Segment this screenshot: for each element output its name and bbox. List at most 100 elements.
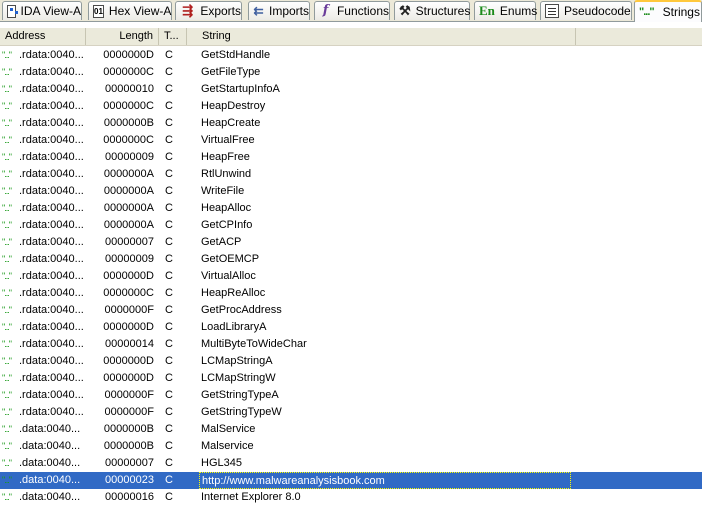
table-row[interactable]: "..." .rdata:0040... 00000007 C GetACP — [0, 234, 702, 251]
table-row[interactable]: "..." .data:0040... 00000007 C HGL345 — [0, 455, 702, 472]
type-cell: C — [165, 49, 173, 61]
length-cell: 0000000D — [103, 321, 154, 333]
table-row[interactable]: "..." .rdata:0040... 0000000C C GetFileType — [0, 64, 702, 81]
tab-bar: IDA View-A 01 Hex View-A ⇶ Exports ⇇ Imp… — [0, 0, 702, 22]
table-row[interactable]: "..." .rdata:0040... 0000000D C LCMapStringA — [0, 353, 702, 370]
string-marker-icon: "..." — [2, 50, 12, 60]
tab-label: Imports — [268, 4, 309, 18]
string-cell: http://www.malwareanalysisbook.com — [199, 472, 571, 489]
address-cell: .rdata:0040... — [19, 185, 84, 197]
table-row[interactable]: "..." .data:0040... 0000000B C MalService — [0, 421, 702, 438]
address-cell: .rdata:0040... — [19, 151, 84, 163]
column-header-length[interactable]: Length — [86, 28, 159, 45]
table-row[interactable]: "..." .rdata:0040... 0000000A C RtlUnwind — [0, 166, 702, 183]
string-marker-icon: "..." — [2, 67, 12, 77]
table-row[interactable]: "..." .rdata:0040... 00000014 C MultiByteToW… — [0, 336, 702, 353]
tab-label: Exports — [200, 4, 241, 18]
hex-view-icon: 01 — [93, 4, 104, 18]
string-marker-icon: "..." — [2, 475, 12, 485]
table-row[interactable]: "..." .rdata:0040... 0000000C C HeapDestroy — [0, 98, 702, 115]
table-row[interactable]: "..." .rdata:0040... 00000010 C GetStartupIn… — [0, 81, 702, 98]
type-cell: C — [165, 151, 173, 163]
string-marker-icon: "..." — [2, 458, 12, 468]
table-row[interactable]: "..." .rdata:0040... 0000000F C GetProcAddre… — [0, 302, 702, 319]
table-row[interactable]: "..." .rdata:0040... 0000000D C VirtualAlloc — [0, 268, 702, 285]
table-row[interactable]: "..." .rdata:0040... 0000000F C GetStringTyp… — [0, 387, 702, 404]
table-row[interactable]: "..." .rdata:0040... 0000000A C WriteFile — [0, 183, 702, 200]
table-row[interactable]: "..." .rdata:0040... 0000000A C HeapAlloc — [0, 200, 702, 217]
tab-pseudocode[interactable]: Pseudocode — [540, 1, 632, 20]
length-cell: 00000016 — [105, 491, 154, 503]
tab-ida-view-a[interactable]: IDA View-A — [2, 1, 82, 20]
address-cell: .rdata:0040... — [19, 134, 84, 146]
table-row[interactable]: "..." .rdata:0040... 0000000B C HeapCreate — [0, 115, 702, 132]
tab-structures[interactable]: ⚒ Structures — [394, 1, 470, 20]
string-cell: HGL345 — [201, 457, 242, 469]
table-row[interactable]: "..." .data:0040... 00000016 C Internet Expl… — [0, 489, 702, 506]
tab-strings[interactable]: "..." Strings — [634, 0, 702, 22]
length-cell: 0000000B — [103, 117, 154, 129]
string-marker-icon: "..." — [2, 339, 12, 349]
length-cell: 0000000D — [103, 372, 154, 384]
length-cell: 0000000D — [103, 49, 154, 61]
address-cell: .rdata:0040... — [19, 66, 84, 78]
pseudocode-icon — [545, 4, 559, 18]
address-cell: .rdata:0040... — [19, 304, 84, 316]
tab-enums[interactable]: En Enums — [474, 1, 538, 20]
string-marker-icon: "..." — [2, 305, 12, 315]
table-row[interactable]: "..." .rdata:0040... 00000009 C GetOEMCP — [0, 251, 702, 268]
tab-label: Strings — [662, 5, 700, 19]
string-marker-icon: "..." — [2, 220, 12, 230]
string-cell: LCMapStringA — [201, 355, 273, 367]
type-cell: C — [165, 168, 173, 180]
type-cell: C — [165, 457, 173, 469]
table-row[interactable]: "..." .rdata:0040... 0000000D C LoadLibraryA — [0, 319, 702, 336]
imports-icon: ⇇ — [253, 4, 264, 18]
table-row[interactable]: "..." .rdata:0040... 0000000D C LCMapStringW — [0, 370, 702, 387]
table-row[interactable]: "..." .data:0040... 00000023 Chttp://www.ma… — [0, 472, 702, 489]
table-row[interactable]: "..." .rdata:0040... 0000000A C GetCPInfo — [0, 217, 702, 234]
address-cell: .rdata:0040... — [19, 355, 84, 367]
table-row[interactable]: "..." .rdata:0040... 00000009 C HeapFree — [0, 149, 702, 166]
string-marker-icon: "..." — [2, 271, 12, 281]
string-cell: VirtualFree — [201, 134, 255, 146]
type-cell: C — [165, 338, 173, 350]
table-row[interactable]: "..." .data:0040... 0000000B C Malservice — [0, 438, 702, 455]
tab-functions[interactable]: f Functions — [314, 1, 390, 20]
address-cell: .rdata:0040... — [19, 100, 84, 112]
strings-icon: "..." — [639, 6, 655, 18]
string-marker-icon: "..." — [2, 407, 12, 417]
length-cell: 0000000F — [104, 406, 154, 418]
type-cell: C — [165, 134, 173, 146]
address-cell: .rdata:0040... — [19, 372, 84, 384]
address-cell: .data:0040... — [19, 457, 81, 469]
address-cell: .data:0040... — [19, 440, 81, 452]
length-cell: 0000000B — [103, 423, 154, 435]
table-row[interactable]: "..." .rdata:0040... 0000000C C HeapReAlloc — [0, 285, 702, 302]
address-cell: .rdata:0040... — [19, 202, 84, 214]
address-cell: .rdata:0040... — [19, 270, 84, 282]
tab-imports[interactable]: ⇇ Imports — [248, 1, 310, 20]
type-cell: C — [165, 423, 173, 435]
type-cell: C — [165, 287, 173, 299]
string-marker-icon: "..." — [2, 373, 12, 383]
functions-icon: f — [322, 3, 329, 18]
column-header-string[interactable]: String — [187, 28, 576, 45]
table-row[interactable]: "..." .rdata:0040... 0000000C C VirtualFree — [0, 132, 702, 149]
column-header-address[interactable]: Address — [0, 28, 86, 45]
tab-label: Enums — [499, 4, 538, 18]
length-cell: 0000000C — [103, 134, 154, 146]
string-cell: GetStringTypeA — [201, 389, 279, 401]
address-cell: .rdata:0040... — [19, 253, 84, 265]
string-cell: Malservice — [201, 440, 254, 452]
string-marker-icon: "..." — [2, 152, 12, 162]
table-row[interactable]: "..." .rdata:0040... 0000000F C GetStringTyp… — [0, 404, 702, 421]
table-row[interactable]: "..." .rdata:0040... 0000000D C GetStdHandle — [0, 47, 702, 64]
column-header-type[interactable]: T... — [159, 28, 187, 45]
address-cell: .data:0040... — [19, 491, 81, 503]
string-cell: MultiByteToWideChar — [201, 338, 307, 350]
tab-hex-view-a[interactable]: 01 Hex View-A — [88, 1, 172, 20]
tab-exports[interactable]: ⇶ Exports — [175, 1, 242, 20]
type-cell: C — [165, 321, 173, 333]
type-cell: C — [165, 355, 173, 367]
